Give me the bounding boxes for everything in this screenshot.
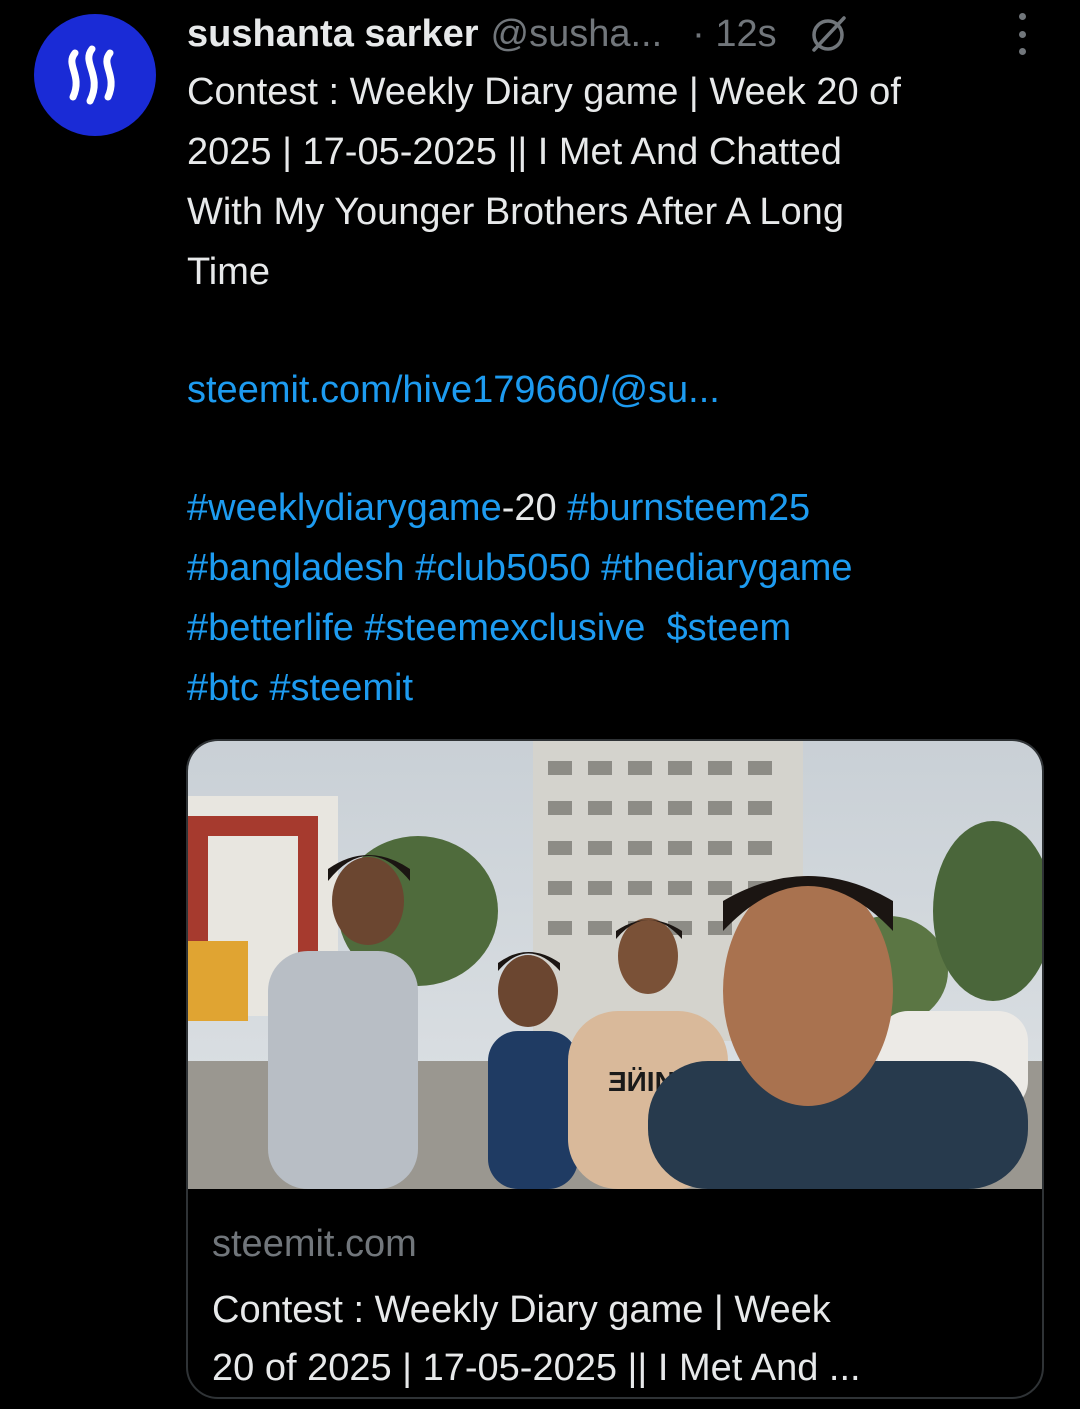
card-title-line: 20 of 2025 | 17-05-2025 || I Met And ... [212, 1347, 861, 1389]
user-handle[interactable]: @susha... [491, 13, 663, 56]
tweet-text-line: 2025 | 17-05-2025 || I Met And Chatted [187, 131, 842, 173]
hashtag-link[interactable]: #steemexclusive [364, 607, 645, 649]
hashtag-link[interactable]: #burnsteem25 [567, 487, 810, 529]
tweet-text-line: Contest : Weekly Diary game | Week 20 of [187, 71, 901, 113]
tweet-link[interactable]: steemit.com/hive179660/@su... [187, 369, 720, 411]
hashtag-link[interactable]: #weeklydiarygame [187, 487, 502, 529]
tweet-header: sushanta sarker @susha... · 12s [187, 6, 1060, 62]
timestamp[interactable]: · 12s [692, 13, 776, 56]
cashtag-link[interactable]: $steem [666, 607, 791, 649]
tweet-text: Contest : Weekly Diary game | Week 20 of… [187, 62, 1057, 718]
steem-logo-icon [68, 45, 115, 105]
hashtag-link[interactable]: #steemit [269, 667, 413, 709]
card-domain: steemit.com [212, 1223, 417, 1265]
hashtag-link[interactable]: #betterlife [187, 607, 354, 649]
tweet[interactable]: sushanta sarker @susha... · 12s Contest … [0, 0, 1080, 1409]
card-title-line: Contest : Weekly Diary game | Week [212, 1289, 831, 1331]
tweet-text-line: With My Younger Brothers After A Long [187, 191, 844, 233]
card-title: Contest : Weekly Diary game | Week 20 of… [212, 1281, 1012, 1397]
hashtag-suffix: -20 [501, 487, 568, 529]
hashtag-link[interactable]: #btc [187, 667, 259, 709]
grok-icon[interactable] [805, 11, 851, 57]
avatar[interactable] [34, 14, 156, 136]
hashtag-link[interactable]: #thediarygame [601, 547, 852, 589]
more-options-icon[interactable] [1012, 9, 1032, 59]
card-image[interactable]: ƎӤIN [188, 741, 1042, 1189]
hashtag-link[interactable]: #bangladesh [187, 547, 405, 589]
link-preview-card[interactable]: ƎӤIN steemit.com Contest : Weekly Diary … [186, 739, 1044, 1399]
tweet-text-line: Time [187, 251, 271, 293]
display-name[interactable]: sushanta sarker [187, 13, 479, 56]
hashtag-link[interactable]: #club5050 [415, 547, 590, 589]
